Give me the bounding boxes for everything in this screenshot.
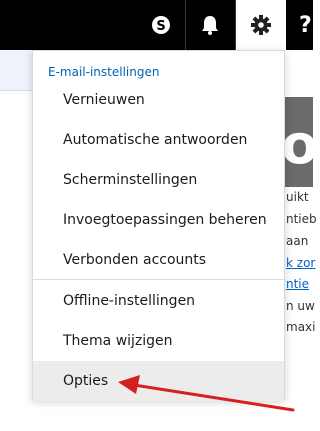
gear-icon <box>251 15 271 35</box>
help-icon: ? <box>299 12 312 38</box>
promo-image: o <box>285 97 313 187</box>
menu-item-offline-instellingen[interactable]: Offline-instellingen <box>33 281 284 321</box>
menu-item-vernieuwen[interactable]: Vernieuwen <box>33 80 284 120</box>
menu-divider <box>33 279 284 280</box>
menu-item-thema-wijzigen[interactable]: Thema wijzigen <box>33 321 284 361</box>
settings-button[interactable] <box>236 0 286 50</box>
background-text: maxi <box>286 320 316 334</box>
background-link[interactable]: k zor <box>286 256 315 270</box>
settings-dropdown-menu: E-mail-instellingen Vernieuwen Automatis… <box>32 50 285 401</box>
background-text: ntieb <box>286 212 317 226</box>
skype-button[interactable]: S <box>137 0 185 50</box>
background-text: uikt <box>286 190 309 204</box>
background-text: aan <box>286 234 309 248</box>
skype-icon: S <box>152 16 170 34</box>
menu-item-verbonden-accounts[interactable]: Verbonden accounts <box>33 240 284 280</box>
top-navigation-bar: S ? <box>0 0 313 50</box>
svg-text:S: S <box>156 19 165 34</box>
menu-item-automatische-antwoorden[interactable]: Automatische antwoorden <box>33 120 284 160</box>
menu-item-scherminstellingen[interactable]: Scherminstellingen <box>33 160 284 200</box>
bell-icon <box>202 16 218 35</box>
menu-section-header: E-mail-instellingen <box>48 65 160 79</box>
help-button[interactable]: ? <box>291 0 313 50</box>
menu-item-opties[interactable]: Opties <box>33 361 284 401</box>
notifications-button[interactable] <box>186 0 234 50</box>
menu-item-invoegtoepassingen-beheren[interactable]: Invoegtoepassingen beheren <box>33 200 284 240</box>
background-text: n uw <box>286 299 315 313</box>
background-link[interactable]: ntie <box>286 277 309 291</box>
